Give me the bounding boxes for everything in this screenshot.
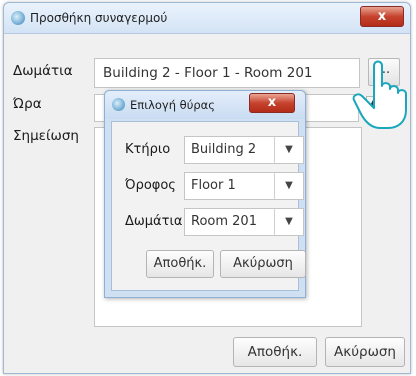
cancel-button[interactable]: Ακύρωση xyxy=(325,337,405,367)
dialog-body: Κτήριο Building 2 ▼ Όροφος Floor 1 ▼ Δωμ… xyxy=(111,121,306,291)
room-select[interactable]: Room 201 ▼ xyxy=(184,208,304,236)
door-selection-dialog: Επιλογή θύρας x Κτήριο Building 2 ▼ Όροφ… xyxy=(104,90,306,298)
building-value: Building 2 xyxy=(191,142,257,157)
floor-label: Όροφος xyxy=(125,178,176,193)
window-title: Προσθήκη συναγερμού xyxy=(30,11,168,25)
dialog-close-button[interactable]: x xyxy=(249,93,295,113)
hand-pointer-icon xyxy=(352,60,407,129)
globe-icon xyxy=(112,98,125,111)
window-titlebar[interactable]: Προσθήκη συναγερμού x xyxy=(4,3,410,34)
building-label: Κτήριο xyxy=(125,142,171,157)
dialog-cancel-button[interactable]: Ακύρωση xyxy=(220,250,306,278)
room-field[interactable]: Building 2 - Floor 1 - Room 201 xyxy=(94,58,360,88)
floor-value: Floor 1 xyxy=(191,178,236,193)
chevron-down-icon[interactable]: ▼ xyxy=(274,209,303,235)
time-label: Ώρα xyxy=(13,96,42,112)
room-label: Δωμάτια xyxy=(125,214,183,229)
chevron-down-icon[interactable]: ▼ xyxy=(274,173,303,199)
dialog-save-button[interactable]: Αποθήκ. xyxy=(146,250,214,278)
building-select[interactable]: Building 2 ▼ xyxy=(184,136,304,164)
dialog-title: Επιλογή θύρας xyxy=(130,98,215,112)
dialog-titlebar[interactable]: Επιλογή θύρας x xyxy=(105,91,305,119)
room-value: Room 201 xyxy=(191,214,257,229)
globe-icon xyxy=(11,11,25,25)
chevron-down-icon[interactable]: ▼ xyxy=(274,137,303,163)
close-button[interactable]: x xyxy=(360,6,404,27)
save-button[interactable]: Αποθήκ. xyxy=(233,337,317,367)
room-label: Δωμάτια xyxy=(13,63,73,79)
note-label: Σημείωση xyxy=(13,128,79,144)
floor-select[interactable]: Floor 1 ▼ xyxy=(184,172,304,200)
